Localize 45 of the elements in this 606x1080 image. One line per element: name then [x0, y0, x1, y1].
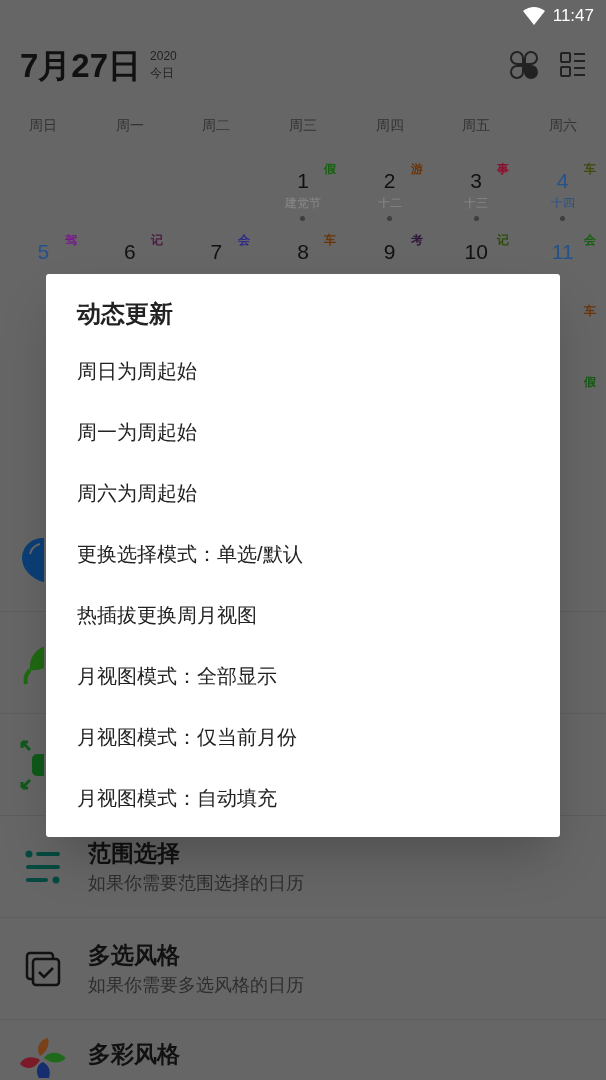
dialog-option[interactable]: 周日为周起始 [46, 340, 560, 401]
range-list-icon [25, 849, 61, 884]
year-label: 2020 [150, 48, 177, 65]
dialog-option[interactable]: 热插拔更换周月视图 [46, 584, 560, 645]
pinwheel-icon [18, 1038, 68, 1078]
list-item-title[interactable]: 范围选择 [88, 836, 304, 869]
day-number[interactable]: 2 [383, 168, 396, 194]
day-number[interactable]: 3 [470, 168, 482, 194]
event-mark: 事 [497, 162, 510, 176]
event-mark: 会 [584, 233, 596, 247]
event-mark: 车 [584, 162, 596, 176]
dialog-option[interactable]: 月视图模式：全部显示 [46, 645, 560, 706]
status-time: 11:47 [552, 5, 594, 28]
day-number[interactable]: 10 [464, 239, 488, 265]
event-mark: 记 [497, 233, 510, 247]
date-title: 7月27日 [20, 48, 142, 82]
list-item-title[interactable]: 多选风格 [88, 938, 304, 971]
event-mark: 假 [324, 162, 337, 176]
event-mark: 车 [324, 233, 337, 247]
event-mark: 记 [151, 233, 164, 247]
dialog-option[interactable]: 月视图模式：仅当前月份 [46, 706, 560, 767]
wifi-icon [522, 7, 545, 25]
list-item-title[interactable]: 多彩风格 [88, 1038, 180, 1070]
day-number[interactable]: 9 [383, 239, 396, 265]
day-number[interactable]: 7 [210, 239, 223, 265]
list-item-subtitle: 如果你需要多选风格的日历 [88, 973, 304, 997]
day-number[interactable]: 8 [297, 239, 309, 265]
clover-icon[interactable] [510, 51, 538, 79]
day-number[interactable]: 1 [297, 168, 309, 194]
event-mark: 车 [584, 304, 596, 318]
event-mark: 考 [410, 233, 423, 247]
today-label: 今日 [150, 65, 176, 82]
dialog-option[interactable]: 月视图模式：自动填充 [46, 767, 560, 828]
event-mark: 假 [584, 375, 596, 389]
dialog-option[interactable]: 周六为周起始 [46, 462, 560, 523]
dialog-option[interactable]: 更换选择模式：单选/默认 [46, 523, 560, 584]
list-view-icon[interactable] [560, 52, 586, 78]
multi-select-icon [25, 950, 61, 987]
event-mark: 会 [237, 233, 250, 247]
event-mark: 驾 [64, 233, 77, 247]
expand-arrows-icon [20, 739, 44, 790]
dialog-option[interactable]: 周一为周起始 [46, 401, 560, 462]
dialog-title: 动态更新 [77, 299, 173, 329]
day-number[interactable]: 6 [124, 239, 136, 265]
event-mark: 游 [410, 162, 423, 176]
